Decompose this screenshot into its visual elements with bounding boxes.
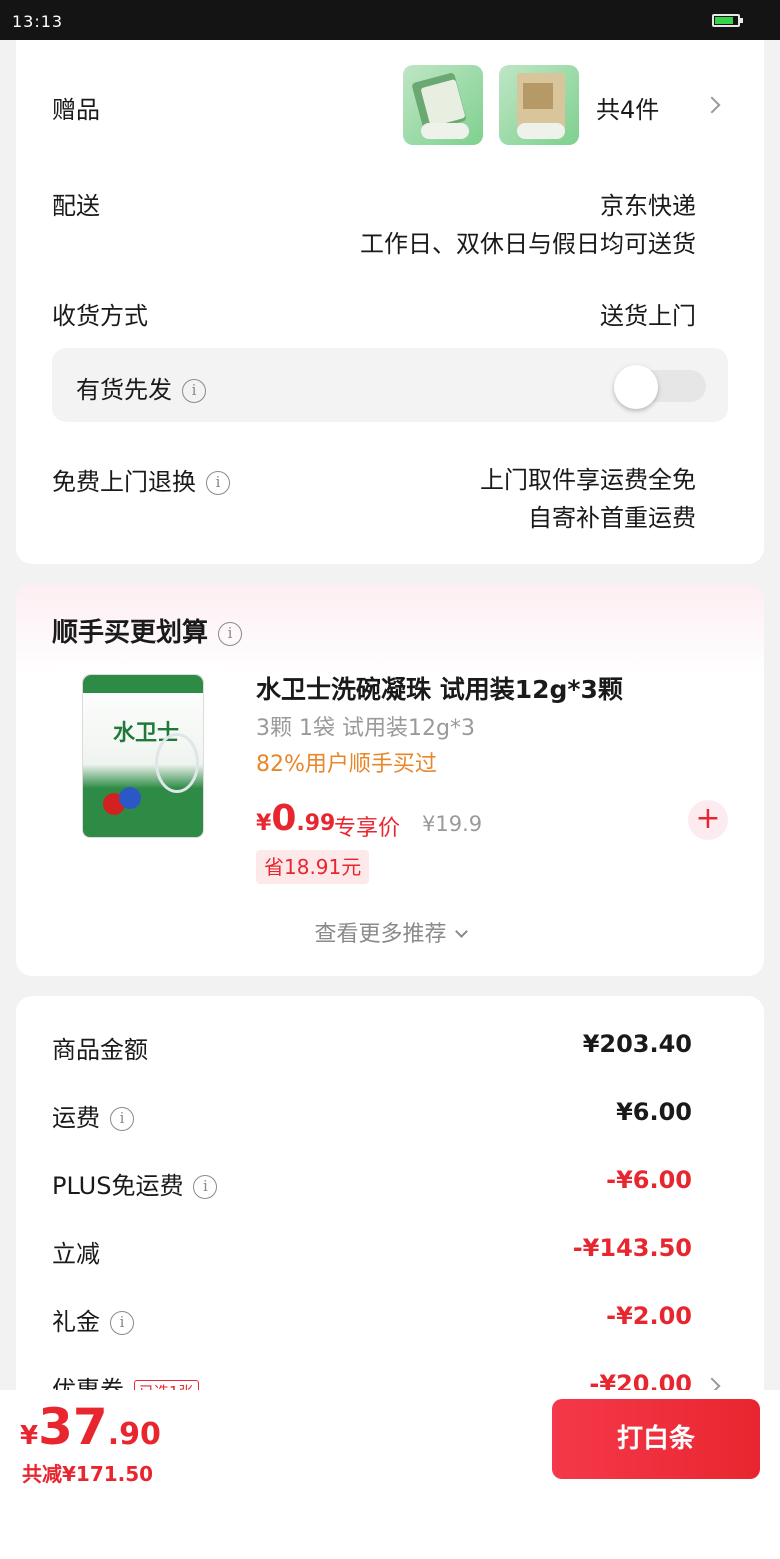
price-int: 0 <box>271 798 297 839</box>
summary-label: 立减 <box>52 1240 100 1268</box>
total-currency: ¥ <box>20 1421 39 1451</box>
gift-label: 赠品 <box>52 96 100 124</box>
battery-icon <box>712 14 743 27</box>
receive-label: 收货方式 <box>52 302 148 330</box>
return-label: 免费上门退换 i <box>52 462 230 497</box>
status-time: 13:13 <box>12 12 64 31</box>
summary-label: 运费 i <box>52 1098 134 1133</box>
total-dec: .90 <box>107 1417 161 1452</box>
summary-label: 礼金 i <box>52 1302 134 1337</box>
status-bar: 13:13 <box>0 0 780 40</box>
total-price: ¥37.90 <box>20 1398 161 1456</box>
summary-label: 商品金额 <box>52 1036 148 1064</box>
ship-first-text: 有货先发 <box>76 376 172 404</box>
chevron-right-icon[interactable] <box>703 96 721 114</box>
gift-count[interactable]: 共4件 <box>596 90 659 125</box>
product-title[interactable]: 水卫士洗碗凝珠 试用装12g*3颗 <box>256 670 623 706</box>
summary-value: ¥203.40 <box>582 1030 692 1058</box>
summary-row-discount: 立减 -¥143.50 <box>52 1234 692 1274</box>
receive-value[interactable]: 送货上门 <box>600 296 696 331</box>
price-dec: .99 <box>296 811 336 836</box>
summary-value: -¥2.00 <box>606 1302 692 1330</box>
gift-thumb-2[interactable] <box>499 65 579 145</box>
info-icon[interactable]: i <box>193 1175 218 1199</box>
return-line1: 上门取件享运费全免 <box>480 466 696 494</box>
summary-label: PLUS免运费 i <box>52 1166 218 1201</box>
info-icon[interactable]: i <box>110 1311 134 1335</box>
price-currency: ¥ <box>256 811 272 836</box>
original-price: ¥19.9 <box>422 812 483 836</box>
price-tag: 专享价 <box>334 816 401 841</box>
total-int: 37 <box>38 1398 108 1456</box>
checkout-bar: ¥37.90 共减¥171.50 打白条 <box>0 1390 780 1559</box>
product-spec: 3颗 1袋 试用装12g*3 <box>256 716 475 741</box>
summary-value: ¥6.00 <box>616 1098 692 1126</box>
info-icon[interactable]: i <box>206 471 230 495</box>
ship-first-label: 有货先发 i <box>76 370 206 405</box>
shipping-carrier: 京东快递 <box>600 192 696 220</box>
summary-row-shipping: 运费 i ¥6.00 <box>52 1098 692 1138</box>
shipping-days: 工作日、双休日与假日均可送货 <box>360 230 696 258</box>
summary-label-text: 运费 <box>52 1104 100 1132</box>
shipping-label: 配送 <box>52 192 100 220</box>
save-badge: 省18.91元 <box>256 850 370 884</box>
more-recommendations-link[interactable]: 查看更多推荐 <box>16 916 764 948</box>
summary-row-goods: 商品金额 ¥203.40 <box>52 1030 692 1070</box>
summary-label-text: 礼金 <box>52 1308 100 1336</box>
more-text: 查看更多推荐 <box>314 922 447 947</box>
recommend-card: 顺手买更划算 i 水卫士 水卫士洗碗凝珠 试用装12g*3颗 3颗 1袋 试用装1… <box>16 584 764 976</box>
pay-button[interactable]: 打白条 <box>552 1399 760 1479</box>
total-saved[interactable]: 共减¥171.50 <box>22 1458 153 1487</box>
info-icon[interactable]: i <box>110 1107 134 1131</box>
price-summary-card: 商品金额 ¥203.40 运费 i ¥6.00 PLUS免运费 i -¥6.00 立… <box>16 996 764 1416</box>
ship-first-toggle[interactable] <box>614 365 706 409</box>
summary-label-text: PLUS免运费 <box>52 1172 184 1200</box>
product-image[interactable]: 水卫士 <box>52 666 228 846</box>
summary-row-gift-money: 礼金 i -¥2.00 <box>52 1302 692 1342</box>
ship-first-row: 有货先发 i <box>52 348 728 422</box>
summary-value: -¥6.00 <box>606 1166 692 1194</box>
detergent-bag-image: 水卫士 <box>82 674 204 838</box>
info-icon[interactable]: i <box>182 379 206 403</box>
chevron-down-icon <box>454 925 468 938</box>
product-price: ¥0.99 <box>256 798 335 839</box>
delivery-card: 赠品 共4件 配送 京东快递 工作日、双休日与假日均可送货 收货方式 送货上门 … <box>16 40 764 564</box>
recommend-title: 顺手买更划算 i <box>52 612 243 649</box>
gift-thumb-1[interactable] <box>403 65 483 145</box>
recommend-title-text: 顺手买更划算 <box>52 618 209 648</box>
return-label-text: 免费上门退换 <box>52 468 196 496</box>
product-buy-rate: 82%用户顺手买过 <box>256 752 437 777</box>
add-to-order-button[interactable]: + <box>688 800 728 840</box>
summary-row-plus: PLUS免运费 i -¥6.00 <box>52 1166 692 1206</box>
info-icon[interactable]: i <box>218 621 243 646</box>
summary-value: -¥143.50 <box>572 1234 692 1262</box>
return-line2: 自寄补首重运费 <box>528 504 696 532</box>
toggle-knob <box>614 365 658 409</box>
